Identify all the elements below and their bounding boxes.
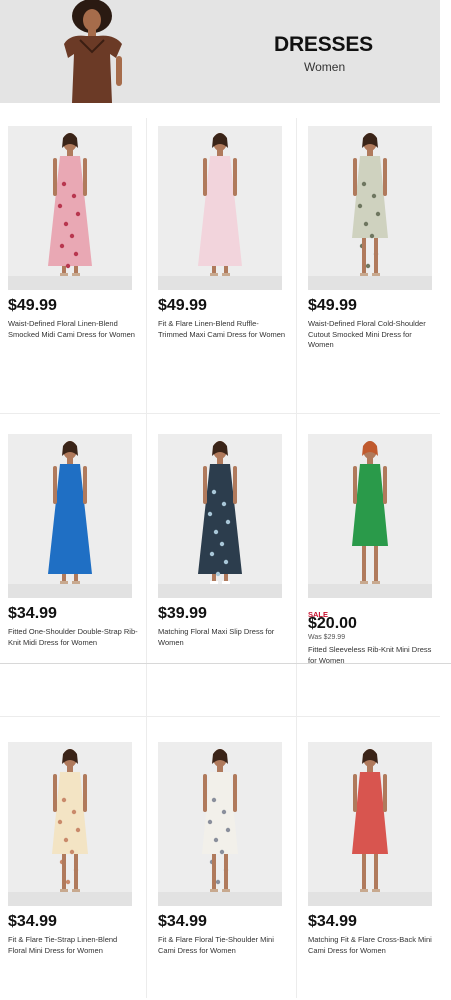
product-image[interactable] [308, 126, 432, 290]
category-banner: DRESSES Women [0, 0, 440, 103]
category-title: DRESSES [274, 33, 373, 56]
product-name-link[interactable]: Matching Floral Maxi Slip Dress for Wome… [158, 627, 288, 648]
product-photo-icon [308, 434, 432, 598]
grid-divider [0, 413, 440, 414]
product-photo-icon [308, 742, 432, 906]
product-photo-icon [8, 742, 132, 906]
product-name-link[interactable]: Waist-Defined Floral Cold-Shoulder Cutou… [308, 319, 438, 351]
product-card[interactable]: $49.99 Fit & Flare Linen-Blend Ruffle-Tri… [158, 126, 298, 346]
product-name-link[interactable]: Fit & Flare Linen-Blend Ruffle-Trimmed M… [158, 319, 288, 340]
category-subtitle: Women [304, 60, 346, 74]
product-photo-icon [8, 434, 132, 598]
product-name-link[interactable]: Fit & Flare Floral Tie-Shoulder Mini Cam… [158, 935, 288, 956]
product-card[interactable]: $39.99 Matching Floral Maxi Slip Dress fo… [158, 434, 298, 654]
product-image[interactable] [308, 434, 432, 598]
was-price: Was $29.99 [308, 634, 346, 641]
product-image[interactable] [8, 742, 132, 906]
product-card[interactable]: $49.99 Waist-Defined Floral Linen-Blend S… [8, 126, 148, 346]
product-photo-icon [158, 126, 282, 290]
product-name-link[interactable]: Matching Fit & Flare Cross-Back Mini Cam… [308, 935, 438, 956]
product-photo-icon [8, 126, 132, 290]
product-price: $49.99 [308, 297, 357, 314]
product-card[interactable]: $34.99 Fit & Flare Floral Tie-Shoulder Mi… [158, 742, 298, 962]
product-image[interactable] [158, 742, 282, 906]
product-card[interactable]: SALE $20.00 Was $29.99 Fitted Sleeveless Ri… [308, 434, 448, 665]
product-price: $49.99 [8, 297, 57, 314]
product-image[interactable] [158, 126, 282, 290]
product-photo-icon [158, 434, 282, 598]
product-card[interactable]: $49.99 Waist-Defined Floral Cold-Shoulder… [308, 126, 448, 349]
product-photo-icon [308, 126, 432, 290]
product-photo-icon [158, 742, 282, 906]
product-image[interactable] [308, 742, 432, 906]
product-card[interactable]: $34.99 Matching Fit & Flare Cross-Back Mi… [308, 742, 448, 962]
banner-model-image [64, 0, 122, 103]
product-name-link[interactable]: Fit & Flare Tie-Strap Linen-Blend Floral… [8, 935, 138, 956]
product-card[interactable]: $34.99 Fit & Flare Tie-Strap Linen-Blend … [8, 742, 148, 962]
product-price: $34.99 [8, 913, 57, 930]
product-name-link[interactable]: Fitted One-Shoulder Double-Strap Rib-Kni… [8, 627, 138, 648]
grid-divider [0, 716, 440, 717]
product-image[interactable] [8, 434, 132, 598]
product-name-link[interactable]: Fitted Sleeveless Rib-Knit Mini Dress fo… [308, 645, 438, 666]
product-price: $49.99 [158, 297, 207, 314]
product-price: $34.99 [8, 605, 57, 622]
product-card[interactable]: $34.99 Fitted One-Shoulder Double-Strap R… [8, 434, 148, 654]
product-image[interactable] [8, 126, 132, 290]
product-price: $34.99 [308, 913, 357, 930]
product-price: $34.99 [158, 913, 207, 930]
product-name-link[interactable]: Waist-Defined Floral Linen-Blend Smocked… [8, 319, 138, 340]
product-price: $39.99 [158, 605, 207, 622]
product-image[interactable] [158, 434, 282, 598]
product-price: $20.00 [308, 615, 357, 632]
